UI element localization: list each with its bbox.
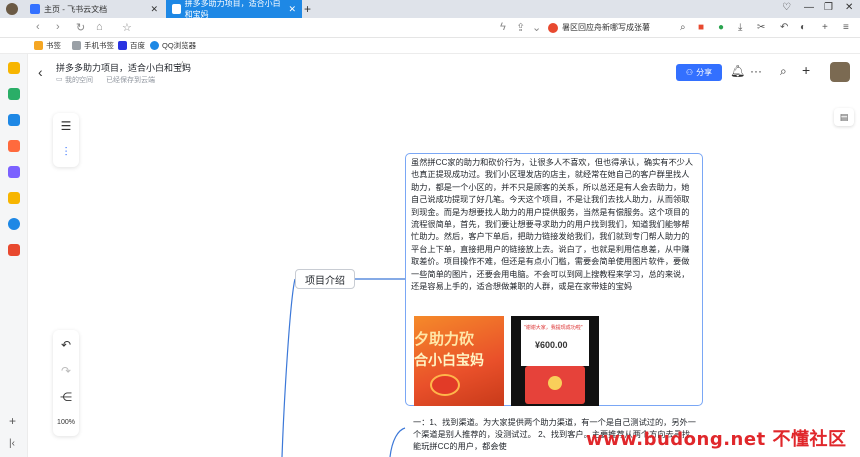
undo-icon[interactable]: ↶ xyxy=(53,338,79,352)
list-icon[interactable]: ☰ xyxy=(53,119,79,133)
zoom-level[interactable]: 100% xyxy=(53,419,79,426)
redo-icon[interactable]: ↷ xyxy=(53,364,79,378)
red-envelope-icon xyxy=(430,374,460,396)
promo-line1: 夕助力砍 xyxy=(414,331,475,348)
connector-line xyxy=(389,427,406,457)
withdraw-amount: ¥600.00 xyxy=(535,340,568,350)
outline-toolbar: ☰ ⫶ xyxy=(53,113,79,167)
withdraw-image[interactable]: "谢谢大家，我提现成功啦" ¥600.00 xyxy=(511,316,599,406)
withdraw-caption: "谢谢大家，我提现成功啦" xyxy=(524,325,583,331)
history-toolbar: ↶ ↷ ⋲ 100% xyxy=(53,330,79,436)
watermark-text: www.budong.net 不懂社区 xyxy=(586,429,847,450)
card-text: 虽然拼CC家的助力和砍价行为，让很多人不喜欢，但也得承认，确实有不少人也真正提现… xyxy=(411,158,694,292)
promo-image[interactable]: 夕助力砍 合小白宝妈 xyxy=(414,316,504,406)
mindmap-layout-icon[interactable]: ⫶ xyxy=(53,145,79,160)
mindmap-node[interactable]: 项目介绍 xyxy=(295,269,355,289)
open-button-icon xyxy=(548,376,562,390)
promo-line2: 合小白宝妈 xyxy=(414,352,484,368)
comment-icon[interactable]: ▤ xyxy=(834,108,854,126)
connector-line xyxy=(281,278,296,457)
layout-icon[interactable]: ⋲ xyxy=(53,390,79,404)
